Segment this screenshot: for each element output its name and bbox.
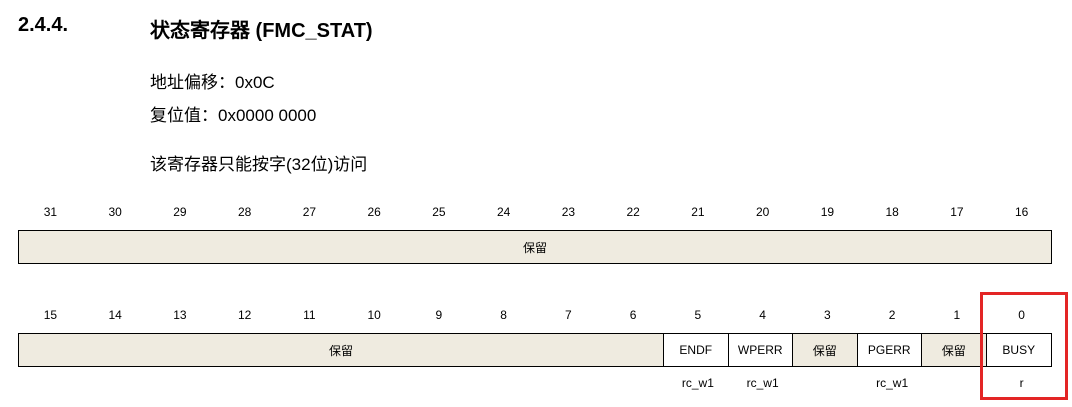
address-offset: 地址偏移：0x0C	[150, 73, 275, 92]
bit-number: 5	[694, 308, 702, 322]
access-type: rc_w1	[876, 376, 909, 390]
access-type	[601, 376, 666, 392]
bit-number: 31	[43, 205, 58, 219]
reserved-field: 保留	[19, 334, 664, 366]
bit-number: 30	[108, 205, 122, 219]
bit-number: 13	[173, 308, 187, 322]
access-type	[212, 376, 277, 392]
bit-number: 22	[626, 205, 640, 219]
lower-register-row: 保留 ENDF WPERR 保留 PGERR 保留 BUSY	[18, 333, 1052, 367]
bit-number: 17	[950, 205, 964, 219]
bit-number: 20	[755, 205, 770, 219]
busy-highlight-box	[980, 292, 1068, 400]
field-pgerr: PGERR	[857, 334, 922, 366]
upper-bit-numbers: 31 30 29 28 27 26 25 24 23 22 21 20 19 18 17 16	[18, 205, 1054, 223]
reserved-field: 保留	[19, 231, 1051, 263]
bit-number: 7	[565, 308, 572, 322]
bit-number: 11	[303, 308, 316, 322]
access-type: rc_w1	[746, 376, 779, 390]
access-type: rc_w1	[681, 376, 714, 390]
bit-number: 10	[367, 308, 381, 322]
reset-value: 复位值：0x0000 0000	[150, 106, 317, 125]
bit-number: 19	[820, 205, 835, 219]
bit-number: 29	[173, 205, 187, 219]
bit-number: 8	[500, 308, 507, 322]
bit-number: 25	[432, 205, 446, 219]
bit-number: 21	[691, 205, 705, 219]
access-type	[148, 376, 213, 392]
access-type	[407, 376, 472, 392]
bit-number: 6	[629, 308, 637, 322]
bit-number: 14	[108, 308, 122, 322]
reserved-field: 保留	[793, 334, 858, 366]
bit-number: 4	[759, 308, 766, 322]
field-endf: ENDF	[664, 334, 729, 366]
access-type	[795, 376, 860, 392]
bit-number: 27	[302, 205, 317, 219]
field-wperr: WPERR	[728, 334, 793, 366]
bit-number: 26	[367, 205, 381, 219]
upper-register-row: 保留	[18, 230, 1052, 264]
section-title: 状态寄存器 (FMC_STAT)	[150, 20, 373, 42]
access-type	[83, 376, 148, 392]
bit-number: 3	[824, 308, 831, 322]
access-type	[18, 376, 83, 392]
access-types: rc_w1 rc_w1 rc_w1 r	[18, 376, 1054, 392]
bit-number: 18	[885, 205, 899, 219]
bit-number: 23	[561, 205, 576, 219]
access-type	[277, 376, 342, 392]
access-note: 该寄存器只能按字(32位)访问	[150, 155, 368, 174]
access-type	[536, 376, 601, 392]
bit-number: 28	[237, 205, 252, 219]
lower-bit-numbers: 15 14 13 12 11 10 9 8 7 6 5 4 3 2 1 0	[18, 308, 1054, 326]
reserved-field: 保留	[922, 334, 987, 366]
section-number: 2.4.4.	[18, 14, 69, 36]
bit-number: 15	[43, 308, 58, 322]
bit-number: 9	[435, 308, 443, 322]
access-type	[342, 376, 407, 392]
bit-number: 16	[1014, 205, 1029, 219]
bit-number: 12	[237, 308, 252, 322]
bit-number: 2	[888, 308, 896, 322]
access-type	[471, 376, 536, 392]
bit-number: 24	[496, 205, 511, 219]
